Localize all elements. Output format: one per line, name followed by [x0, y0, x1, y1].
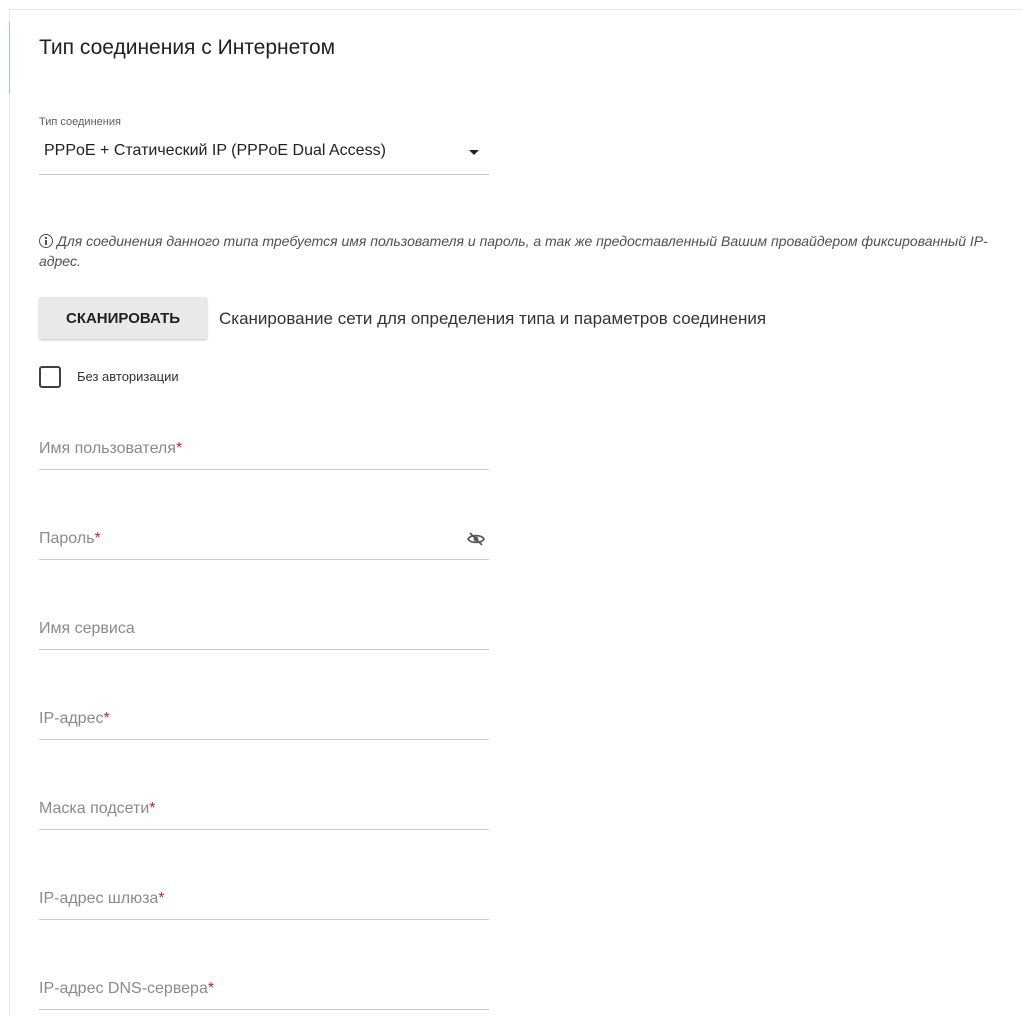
password-field[interactable]: Пароль*	[39, 520, 489, 560]
dns-label: IP-адрес DNS-сервера	[39, 980, 208, 997]
password-placeholder: Пароль*	[39, 530, 101, 548]
panel-left-border	[9, 9, 10, 1016]
connection-type-select[interactable]: Тип соединения PPPoE + Статический IP (P…	[39, 115, 489, 175]
required-mark: *	[158, 890, 165, 907]
scan-description: Сканирование сети для определения типа и…	[219, 309, 767, 328]
required-mark: *	[175, 440, 183, 457]
section-title: Тип соединения с Интернетом	[39, 36, 336, 59]
username-placeholder: Имя пользователя*	[39, 440, 182, 458]
username-field[interactable]: Имя пользователя*	[39, 430, 489, 470]
connection-type-label: Тип соединения	[39, 116, 121, 128]
required-mark: *	[103, 710, 110, 727]
panel-left-accent	[9, 22, 10, 94]
required-mark: *	[94, 530, 101, 547]
dns-field[interactable]: IP-адрес DNS-сервера*	[39, 970, 489, 1010]
info-circle-icon	[39, 234, 53, 248]
gateway-field[interactable]: IP-адрес шлюза*	[39, 880, 489, 920]
gateway-label: IP-адрес шлюза	[39, 890, 159, 907]
ip-address-field[interactable]: IP-адрес*	[39, 700, 489, 740]
required-mark: *	[149, 800, 156, 817]
info-note: Для соединения данного типа требуется им…	[39, 231, 989, 271]
service-name-placeholder: Имя сервиса	[39, 620, 135, 637]
no-auth-label: Без авторизации	[77, 369, 179, 384]
panel-top-border	[10, 9, 1023, 10]
username-label: Имя пользователя	[39, 440, 176, 457]
required-mark: *	[207, 980, 215, 997]
caret-down-icon	[469, 150, 479, 155]
eye-off-icon[interactable]	[467, 532, 485, 546]
no-auth-checkbox[interactable]	[39, 366, 61, 388]
ip-address-label: IP-адрес	[39, 710, 104, 727]
ip-address-placeholder: IP-адрес*	[39, 710, 110, 728]
password-label: Пароль	[39, 530, 95, 547]
gateway-placeholder: IP-адрес шлюза*	[39, 890, 165, 908]
scan-button[interactable]: СКАНИРОВАТЬ	[39, 297, 207, 339]
subnet-mask-placeholder: Маска подсети*	[39, 800, 156, 818]
service-name-field[interactable]: Имя сервиса	[39, 610, 489, 650]
dns-placeholder: IP-адрес DNS-сервера*	[39, 980, 214, 998]
subnet-mask-label: Маска подсети	[39, 800, 150, 817]
connection-type-value: PPPoE + Статический IP (PPPoE Dual Acces…	[44, 142, 386, 159]
info-note-text: Для соединения данного типа требуется им…	[39, 233, 988, 269]
connection-settings-page: Тип соединения с Интернетом Тип соединен…	[0, 0, 1023, 1016]
subnet-mask-field[interactable]: Маска подсети*	[39, 790, 489, 830]
